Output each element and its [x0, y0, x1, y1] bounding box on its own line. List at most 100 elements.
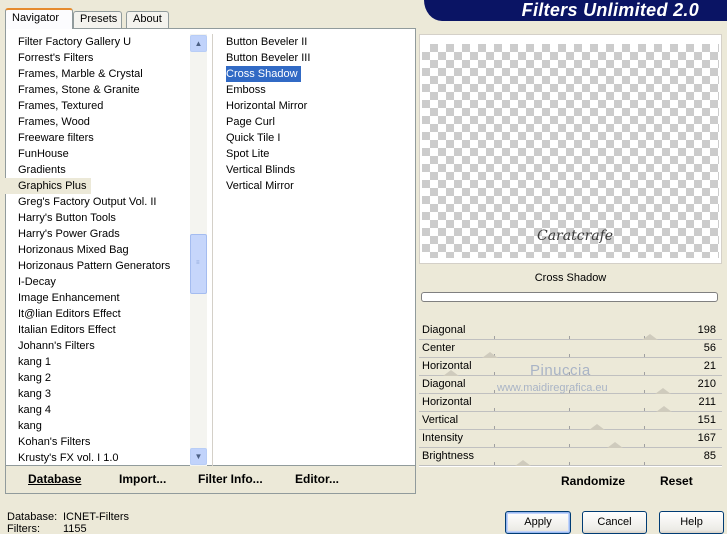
import-button[interactable]: Import...	[119, 472, 166, 486]
tab-about[interactable]: About	[126, 11, 169, 28]
category-item-label: Harry's Button Tools	[18, 212, 116, 224]
slider-tick	[494, 336, 495, 339]
filter-list[interactable]: Button Beveler II Button Beveler III Cross…	[222, 34, 412, 194]
slider-value: 211	[698, 396, 716, 408]
cancel-button[interactable]: Cancel	[582, 511, 647, 534]
slider-tick	[569, 336, 570, 339]
slider-row[interactable]: Intensity 167	[419, 430, 722, 448]
filter-item[interactable]: Vertical Mirror	[222, 178, 412, 194]
filter-item[interactable]: Vertical Blinds	[222, 162, 412, 178]
category-item[interactable]: Forrest's Filters	[5, 50, 190, 66]
category-item[interactable]: It@lian Editors Effect	[5, 306, 190, 322]
filter-item[interactable]: Button Beveler II	[222, 34, 412, 50]
category-item[interactable]: kang 1	[5, 354, 190, 370]
category-item[interactable]: Harry's Power Grads	[5, 226, 190, 242]
category-item[interactable]: Horizonaus Mixed Bag	[5, 242, 190, 258]
randomize-button[interactable]: Randomize	[561, 474, 625, 488]
slider-row[interactable]: Center 56	[419, 340, 722, 358]
help-button[interactable]: Help	[659, 511, 724, 534]
slider-row[interactable]: Diagonal 198	[419, 322, 722, 340]
database-label: Database:	[7, 511, 58, 523]
category-item[interactable]: Filter Factory Gallery U	[5, 34, 190, 50]
category-item-label: kang 1	[18, 356, 52, 368]
app-title: Filters Unlimited 2.0	[521, 0, 699, 20]
category-scrollbar[interactable]: ▲ ≡ ▼	[190, 34, 207, 466]
slider-tick	[644, 444, 645, 447]
reset-button[interactable]: Reset	[660, 474, 693, 488]
slider-value: 21	[703, 360, 716, 372]
category-item[interactable]: Frames, Marble & Crystal	[5, 66, 190, 82]
category-item-label: Horizonaus Pattern Generators	[18, 260, 171, 272]
category-list[interactable]: Filter Factory Gallery U Forrest's Filter…	[5, 34, 190, 466]
list-divider	[212, 34, 213, 466]
tab-presets[interactable]: Presets	[73, 11, 122, 28]
filter-item-label: Cross Shadow	[226, 66, 301, 82]
database-button[interactable]: Database	[28, 472, 81, 486]
progress-bar	[421, 292, 718, 302]
slider-tick	[569, 444, 570, 447]
filter-item-label: Horizontal Mirror	[226, 100, 308, 112]
category-item[interactable]: kang 4	[5, 402, 190, 418]
database-value: ICNET-Filters	[63, 511, 129, 523]
category-item[interactable]: kang 2	[5, 370, 190, 386]
effect-name: Cross Shadow	[534, 272, 607, 284]
category-item[interactable]: Frames, Stone & Granite	[5, 82, 190, 98]
category-item[interactable]: kang 3	[5, 386, 190, 402]
category-item[interactable]: Horizonaus Pattern Generators	[5, 258, 190, 274]
category-item[interactable]: I-Decay	[5, 274, 190, 290]
navigator-button-bar: Database Import... Filter Info... Editor…	[5, 466, 416, 494]
slider-tick	[644, 408, 645, 411]
slider-row[interactable]: Horizontal 211	[419, 394, 722, 412]
category-item-label: Horizonaus Mixed Bag	[18, 244, 129, 256]
slider-label: Diagonal	[422, 324, 466, 336]
category-item[interactable]: Johann's Filters	[5, 338, 190, 354]
category-item-label: kang 4	[18, 404, 52, 416]
category-item[interactable]: Image Enhancement	[5, 290, 190, 306]
preview-canvas	[422, 44, 719, 258]
category-item[interactable]: Graphics Plus	[5, 178, 190, 194]
editor-button[interactable]: Editor...	[295, 472, 339, 486]
category-item-label: Freeware filters	[18, 132, 94, 144]
category-item-label: Kohan's Filters	[18, 436, 91, 448]
slider-tick	[494, 444, 495, 447]
category-item[interactable]: Freeware filters	[5, 130, 190, 146]
category-item-label: Gradients	[18, 164, 66, 176]
category-item[interactable]: Gradients	[5, 162, 190, 178]
filter-item[interactable]: Spot Lite	[222, 146, 412, 162]
filter-item[interactable]: Quick Tile I	[222, 130, 412, 146]
slider-tick	[569, 462, 570, 465]
category-item-label: Forrest's Filters	[18, 52, 94, 64]
filter-item-label: Button Beveler II	[226, 36, 308, 48]
category-item-label: kang 3	[18, 388, 52, 400]
category-item[interactable]: Greg's Factory Output Vol. II	[5, 194, 190, 210]
category-item[interactable]: Frames, Wood	[5, 114, 190, 130]
slider-row[interactable]: Vertical 151	[419, 412, 722, 430]
scroll-up-button[interactable]: ▲	[190, 35, 207, 52]
slider-row[interactable]: Brightness 85	[419, 448, 722, 466]
category-item-label: It@lian Editors Effect	[18, 308, 121, 320]
category-item[interactable]: Italian Editors Effect	[5, 322, 190, 338]
slider-label: Horizontal	[422, 396, 472, 408]
filter-info-button[interactable]: Filter Info...	[198, 472, 263, 486]
filter-item[interactable]: Button Beveler III	[222, 50, 412, 66]
category-item[interactable]: Kohan's Filters	[5, 434, 190, 450]
category-item-label: Harry's Power Grads	[18, 228, 120, 240]
filter-item[interactable]: Horizontal Mirror	[222, 98, 412, 114]
slider-tick	[494, 372, 495, 375]
filter-item-label: Vertical Blinds	[226, 164, 296, 176]
tab-navigator[interactable]: Navigator	[5, 8, 73, 29]
category-item-label: Graphics Plus	[5, 178, 92, 194]
category-item-label: Frames, Wood	[18, 116, 90, 128]
category-item[interactable]: Frames, Textured	[5, 98, 190, 114]
filter-item[interactable]: Emboss	[222, 82, 412, 98]
category-item[interactable]: Harry's Button Tools	[5, 210, 190, 226]
apply-button[interactable]: Apply	[505, 511, 571, 534]
watermark-url: www.maidiregrafica.eu	[497, 382, 608, 394]
scroll-down-button[interactable]: ▼	[190, 448, 207, 465]
category-item[interactable]: Krusty's FX vol. I 1.0	[5, 450, 190, 466]
scroll-thumb[interactable]: ≡	[190, 234, 207, 294]
filter-item[interactable]: Page Curl	[222, 114, 412, 130]
category-item[interactable]: FunHouse	[5, 146, 190, 162]
filter-item[interactable]: Cross Shadow	[222, 66, 412, 82]
category-item[interactable]: kang	[5, 418, 190, 434]
